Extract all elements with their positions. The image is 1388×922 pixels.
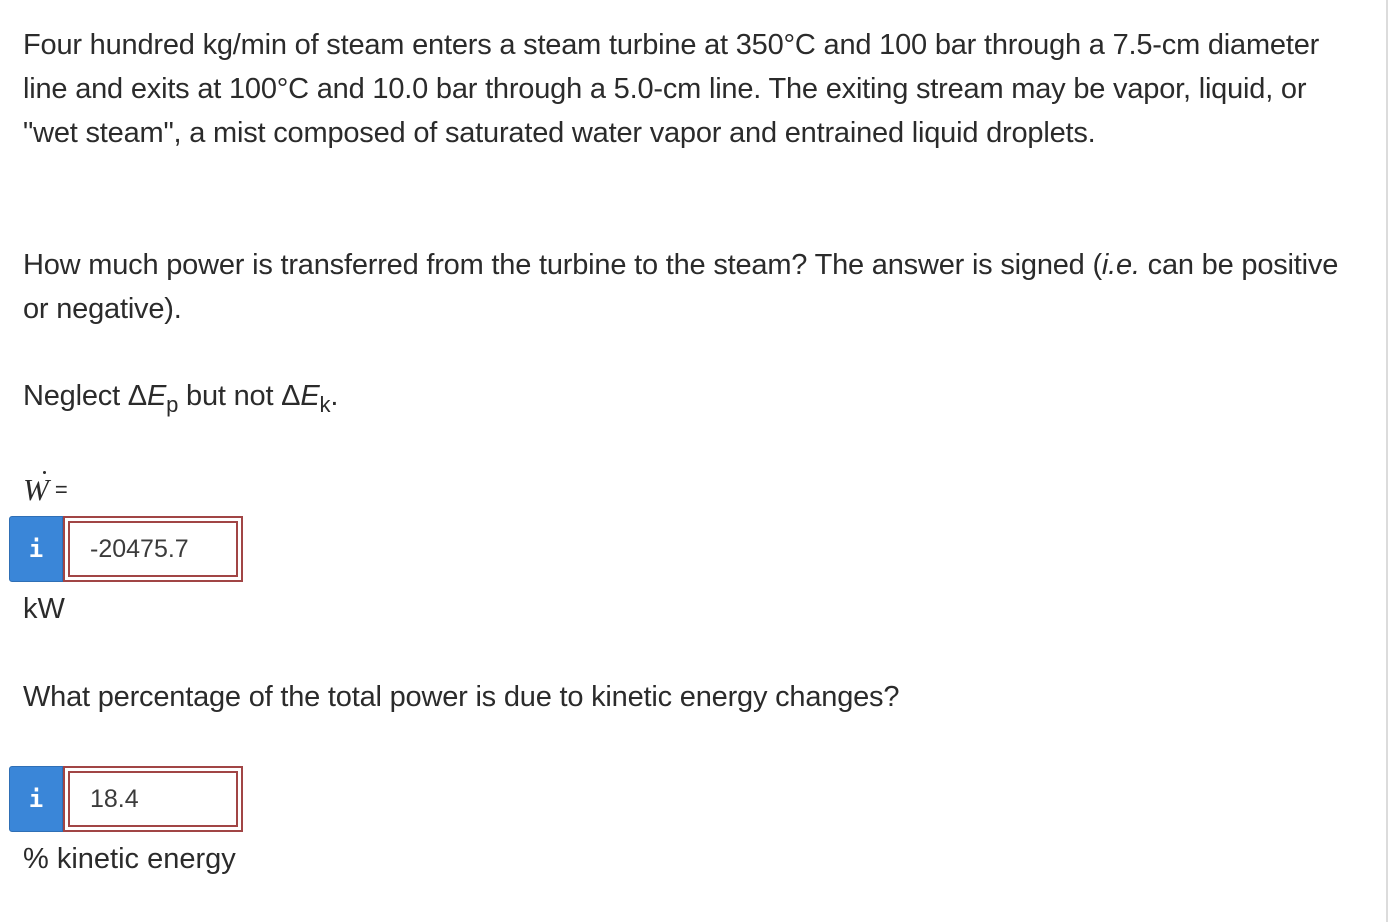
- question-power-ie: i.e.: [1101, 249, 1140, 281]
- power-unit-label: kW: [23, 593, 65, 625]
- question-power: How much power is transferred from the t…: [23, 243, 1353, 331]
- w-dot-equation: W =: [23, 468, 68, 515]
- info-icon[interactable]: i: [9, 516, 63, 582]
- percentage-unit-label: % kinetic energy: [23, 843, 236, 875]
- question-percentage: What percentage of the total power is du…: [23, 681, 900, 713]
- percentage-answer-input[interactable]: [68, 771, 238, 827]
- neglect-ek-symbol: E: [300, 380, 320, 412]
- question-power-lead: How much power is transferred from the t…: [23, 249, 1102, 281]
- percentage-answer-box: [63, 766, 243, 832]
- neglect-ep-subscript: p: [166, 392, 179, 417]
- neglect-ek-subscript: k: [319, 392, 331, 417]
- neglect-mid: but not Δ: [178, 380, 301, 412]
- power-answer-input[interactable]: [68, 521, 238, 577]
- neglect-instruction: Neglect ΔEp but not ΔEk.: [23, 374, 338, 418]
- info-icon[interactable]: i: [9, 766, 63, 832]
- power-answer-box: [63, 516, 243, 582]
- neglect-ep-symbol: E: [146, 380, 167, 412]
- problem-statement: Four hundred kg/min of steam enters a st…: [23, 29, 1320, 149]
- neglect-lead: Neglect Δ: [23, 380, 147, 412]
- neglect-end: .: [330, 380, 339, 412]
- equals-sign: =: [54, 477, 68, 502]
- power-answer-row: i: [9, 516, 243, 582]
- w-dot-symbol: W: [23, 472, 49, 507]
- percentage-answer-row: i: [9, 766, 243, 832]
